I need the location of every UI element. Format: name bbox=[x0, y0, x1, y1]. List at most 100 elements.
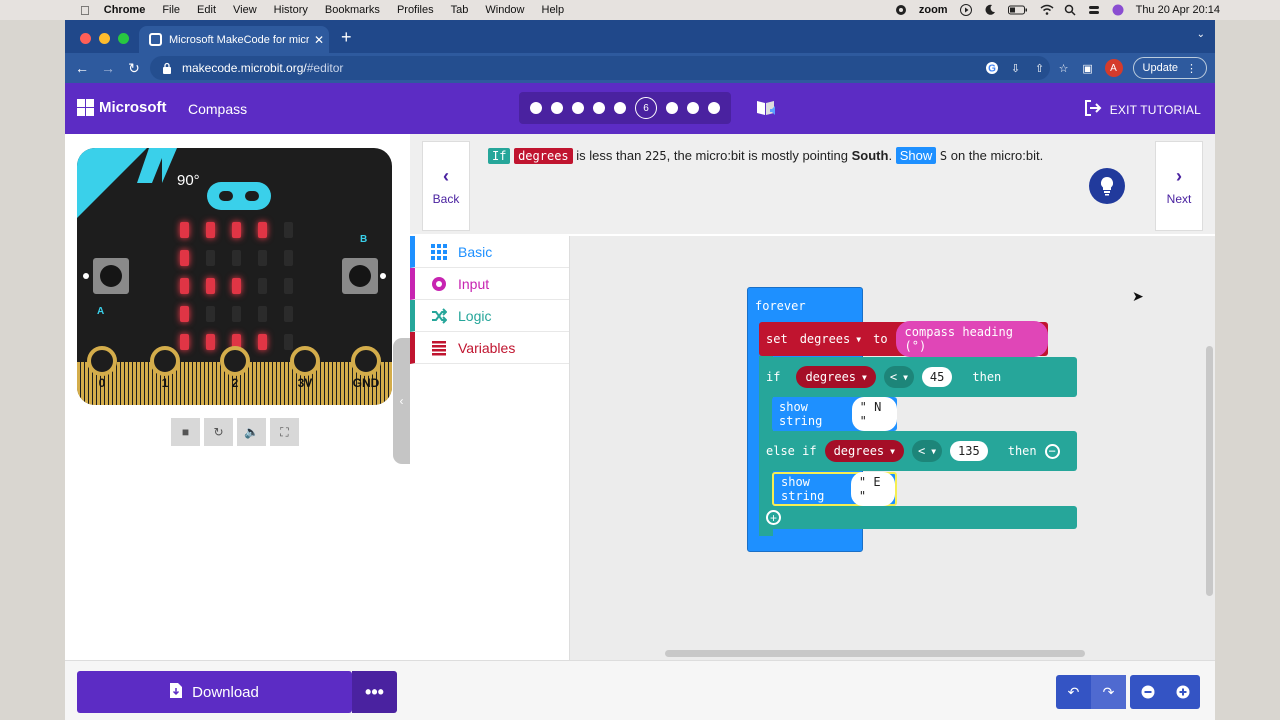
button-a[interactable] bbox=[93, 258, 129, 294]
current-step[interactable]: 6 bbox=[635, 97, 657, 119]
more-options-button[interactable]: ••• bbox=[352, 671, 397, 713]
profile-avatar[interactable]: A bbox=[1104, 59, 1123, 77]
toolbox-category-basic[interactable]: Basic bbox=[410, 236, 569, 268]
project-name[interactable]: Compass bbox=[188, 101, 247, 117]
share-icon[interactable]: ⇧ bbox=[1033, 61, 1047, 75]
install-icon[interactable]: ⇩ bbox=[1009, 61, 1023, 75]
toolbox-category-variables[interactable]: Variables bbox=[410, 332, 569, 364]
operator-dropdown[interactable]: < ▼ bbox=[883, 366, 914, 388]
siri-icon[interactable] bbox=[1112, 4, 1124, 16]
string-input[interactable]: " E " bbox=[850, 472, 895, 506]
os-menu-bookmarks[interactable]: Bookmarks bbox=[325, 4, 380, 16]
compass-heading-block[interactable]: compass heading (°) bbox=[895, 321, 1048, 357]
os-menu-app[interactable]: Chrome bbox=[104, 4, 146, 16]
os-menu-view[interactable]: View bbox=[233, 4, 257, 16]
add-branch-icon[interactable]: + bbox=[766, 510, 781, 525]
pin-2[interactable]: 2 bbox=[220, 346, 250, 390]
moon-icon[interactable] bbox=[984, 4, 996, 16]
zoom-out-icon[interactable] bbox=[1130, 675, 1165, 709]
browser-tab[interactable]: Microsoft MakeCode for micro ✕ bbox=[139, 26, 329, 53]
horizontal-scrollbar[interactable] bbox=[665, 650, 1085, 657]
new-tab-icon[interactable]: + bbox=[341, 27, 352, 48]
exit-tutorial-button[interactable]: EXIT TUTORIAL bbox=[1084, 100, 1201, 119]
zoom-status[interactable]: zoom bbox=[919, 4, 948, 16]
download-button[interactable]: Download bbox=[77, 671, 352, 713]
next-button[interactable]: › Next bbox=[1155, 141, 1203, 231]
fullscreen-icon[interactable]: ⛶ bbox=[270, 418, 299, 446]
os-menu-history[interactable]: History bbox=[274, 4, 308, 16]
else-if-block[interactable]: else if degrees ▼ < ▼ 135 then − bbox=[759, 431, 1077, 471]
address-bar[interactable]: makecode.microbit.org/#editor bbox=[150, 56, 1050, 80]
lightbulb-hint-icon[interactable] bbox=[1089, 168, 1125, 204]
degrees-variable-block[interactable]: degrees ▼ bbox=[824, 440, 904, 462]
minimize-window-button[interactable] bbox=[99, 33, 110, 44]
mute-icon[interactable]: 🔈 bbox=[237, 418, 266, 446]
microbit-logo-icon[interactable] bbox=[207, 182, 271, 210]
remove-branch-icon[interactable]: − bbox=[1044, 443, 1060, 459]
pin-3v[interactable]: 3V bbox=[290, 346, 320, 390]
step-dot[interactable] bbox=[530, 102, 542, 114]
os-menu-profiles[interactable]: Profiles bbox=[397, 4, 434, 16]
back-arrow-icon[interactable]: ← bbox=[69, 60, 95, 76]
lock-icon[interactable] bbox=[160, 61, 174, 75]
back-button[interactable]: ‹ Back bbox=[422, 141, 470, 231]
pin-1[interactable]: 1 bbox=[150, 346, 180, 390]
os-menu-file[interactable]: File bbox=[162, 4, 180, 16]
side-panel-icon[interactable]: ▣ bbox=[1081, 61, 1095, 75]
degrees-variable-block[interactable]: degrees ▼ bbox=[796, 366, 876, 388]
zoom-window-button[interactable] bbox=[118, 33, 129, 44]
collapse-simulator-chevron-icon[interactable]: ‹ bbox=[393, 338, 410, 464]
blocks-workspace[interactable]: forever set degrees ▼ to compass heading … bbox=[570, 236, 1215, 660]
reload-icon[interactable]: ↻ bbox=[121, 60, 147, 77]
bookmark-star-icon[interactable]: ☆ bbox=[1057, 61, 1071, 75]
os-clock[interactable]: Thu 20 Apr 20:14 bbox=[1136, 4, 1220, 16]
operator-dropdown[interactable]: < ▼ bbox=[911, 440, 943, 462]
search-icon[interactable] bbox=[1064, 4, 1076, 16]
wifi-icon[interactable] bbox=[1040, 4, 1054, 16]
if-block[interactable]: if degrees ▼ < ▼ 45 then bbox=[759, 357, 1077, 397]
step-dot[interactable] bbox=[666, 102, 678, 114]
undo-icon[interactable]: ↶ bbox=[1056, 675, 1091, 709]
number-input[interactable]: 135 bbox=[950, 441, 988, 461]
compass-heading-label[interactable]: 90° bbox=[177, 172, 200, 189]
tab-search-chevron-icon[interactable]: ⌄ bbox=[1197, 29, 1205, 40]
battery-icon[interactable] bbox=[1007, 4, 1028, 16]
zoom-in-icon[interactable] bbox=[1165, 675, 1200, 709]
pin-gnd[interactable]: GND bbox=[351, 346, 381, 390]
forward-arrow-icon[interactable]: → bbox=[95, 60, 121, 76]
control-center-icon[interactable] bbox=[1088, 4, 1100, 16]
immersive-reader-icon[interactable] bbox=[755, 98, 779, 118]
pin-0[interactable]: 0 bbox=[87, 346, 117, 390]
string-input[interactable]: " N " bbox=[851, 397, 897, 431]
redo-icon[interactable]: ↷ bbox=[1091, 675, 1126, 709]
step-dot[interactable] bbox=[551, 102, 563, 114]
record-icon[interactable] bbox=[895, 4, 907, 16]
microsoft-logo[interactable]: Microsoft bbox=[77, 99, 167, 116]
apple-icon[interactable]:  bbox=[80, 3, 90, 18]
step-dot[interactable] bbox=[572, 102, 584, 114]
step-dot[interactable] bbox=[708, 102, 720, 114]
play-icon[interactable] bbox=[959, 4, 972, 16]
button-b[interactable] bbox=[342, 258, 378, 294]
os-menu-help[interactable]: Help bbox=[542, 4, 565, 16]
update-button[interactable]: Update ⋮ bbox=[1132, 57, 1207, 79]
toolbox-category-logic[interactable]: Logic bbox=[410, 300, 569, 332]
toolbox-category-input[interactable]: Input bbox=[410, 268, 569, 300]
os-menu-window[interactable]: Window bbox=[485, 4, 524, 16]
variable-dropdown[interactable]: degrees ▼ bbox=[796, 332, 865, 346]
vertical-scrollbar[interactable] bbox=[1206, 346, 1213, 596]
set-variable-block[interactable]: set degrees ▼ to compass heading (°) bbox=[759, 321, 1048, 357]
step-dot[interactable] bbox=[593, 102, 605, 114]
close-window-button[interactable] bbox=[80, 33, 91, 44]
stop-icon[interactable]: ■ bbox=[171, 418, 200, 446]
step-dot[interactable] bbox=[614, 102, 626, 114]
step-dot[interactable] bbox=[687, 102, 699, 114]
tab-close-icon[interactable]: ✕ bbox=[309, 33, 329, 47]
os-menu-tab[interactable]: Tab bbox=[451, 4, 469, 16]
kebab-menu-icon[interactable]: ⋮ bbox=[1186, 62, 1197, 75]
google-icon[interactable]: G bbox=[985, 61, 999, 75]
number-input[interactable]: 45 bbox=[921, 367, 953, 387]
os-menu-edit[interactable]: Edit bbox=[197, 4, 216, 16]
show-string-block-selected[interactable]: show string " E " bbox=[772, 472, 897, 506]
restart-icon[interactable]: ↻ bbox=[204, 418, 233, 446]
